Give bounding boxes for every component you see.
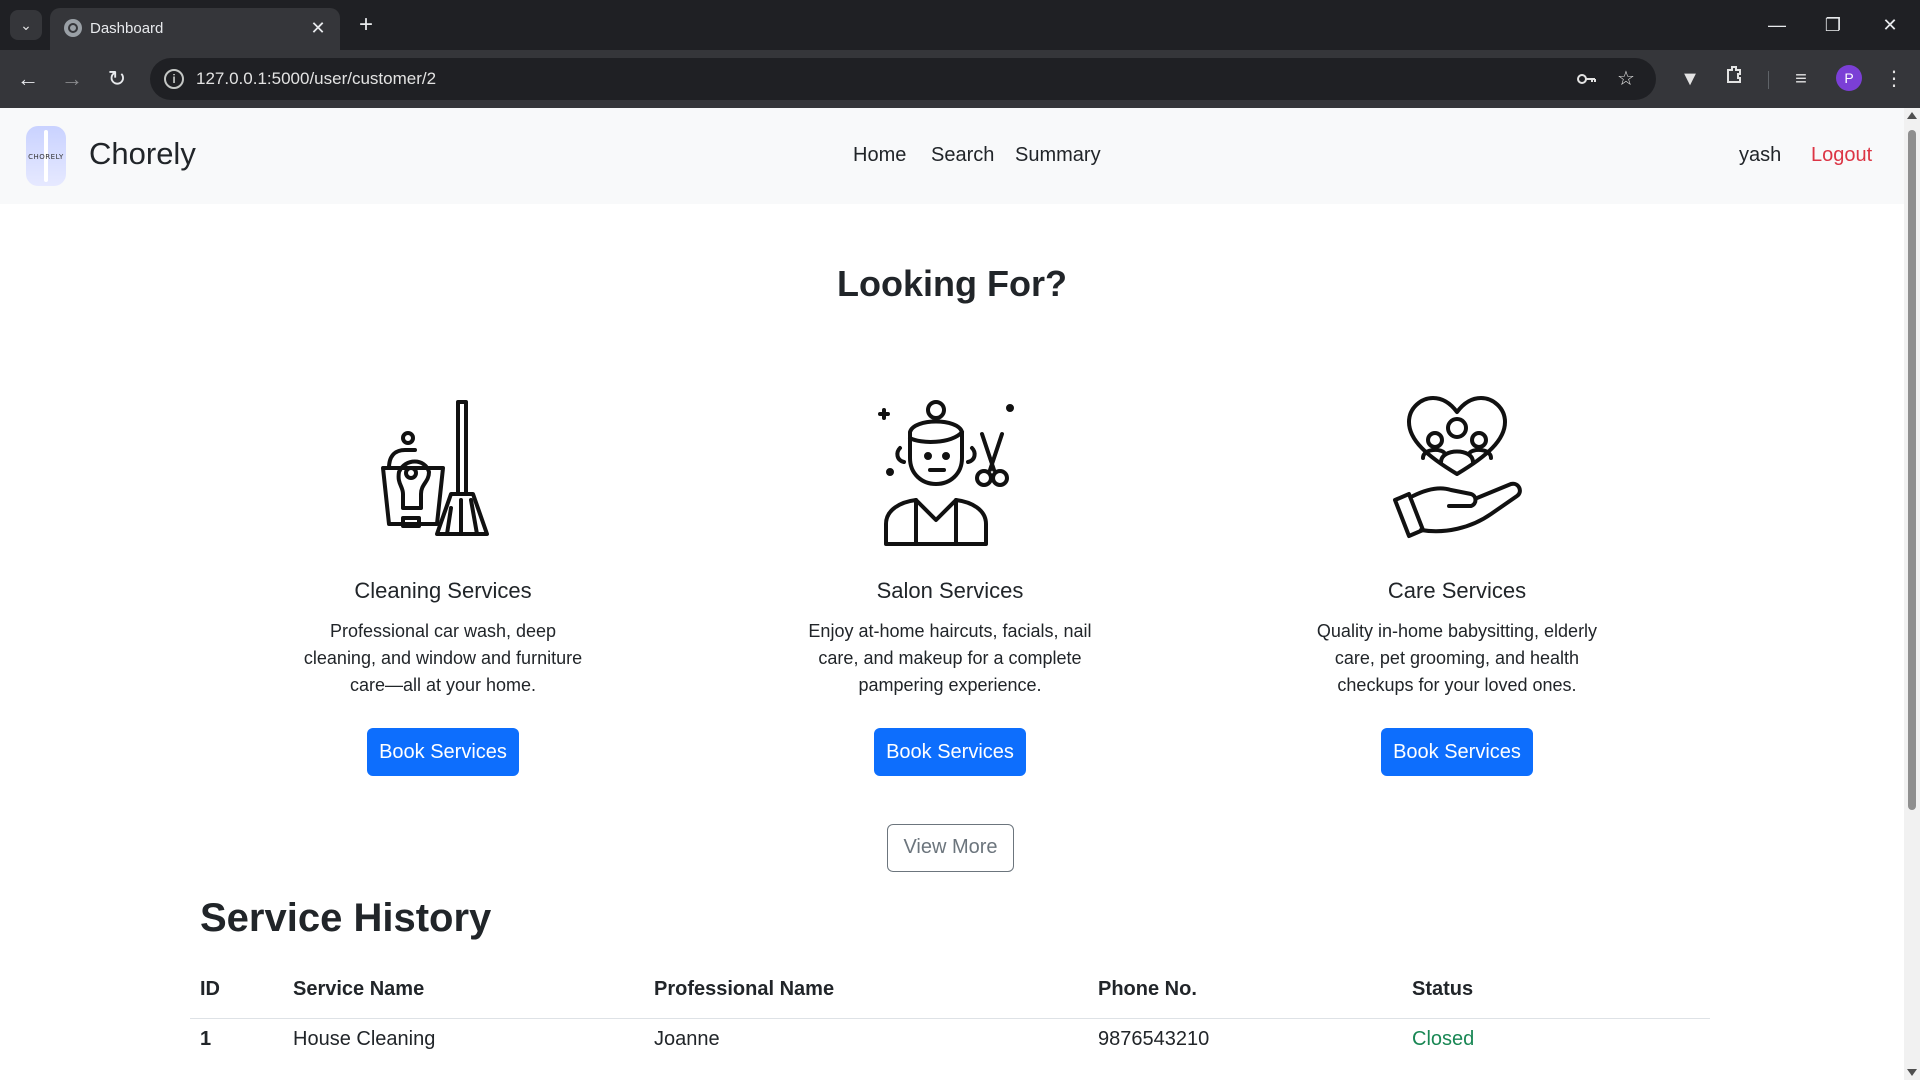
site-info-icon[interactable]: i — [164, 69, 184, 89]
reload-icon[interactable]: ↻ — [101, 63, 133, 95]
column-header-status: Status — [1412, 978, 1474, 1000]
nav-user[interactable]: yash — [1739, 144, 1781, 167]
card-title: Cleaning Services — [354, 578, 532, 603]
row-status: Closed — [1412, 1028, 1475, 1050]
page-heading: Looking For? — [837, 263, 1067, 304]
table-divider — [190, 1018, 1710, 1019]
browser-titlebar: ⌄ Dashboard ✕ + — ❐ ✕ — [0, 0, 1920, 50]
row-phone: 9876543210 — [1098, 1028, 1210, 1050]
extensions-icon[interactable] — [1719, 63, 1751, 95]
book-care-button[interactable]: Book Services — [1381, 728, 1533, 776]
card-title: Care Services — [1387, 578, 1527, 603]
row-service-name: House Cleaning — [293, 1028, 436, 1050]
close-tab-icon[interactable]: ✕ — [306, 16, 330, 40]
scroll-thumb[interactable] — [1908, 130, 1916, 810]
book-cleaning-button[interactable]: Book Services — [367, 728, 519, 776]
view-more-button[interactable]: View More — [887, 824, 1014, 872]
back-icon[interactable]: ← — [12, 63, 44, 95]
nav-home[interactable]: Home — [853, 144, 906, 167]
profile-avatar[interactable]: P — [1836, 65, 1862, 91]
logout-link[interactable]: Logout — [1811, 144, 1872, 167]
column-header-professional: Professional Name — [654, 978, 835, 1000]
minimize-icon[interactable]: — — [1757, 10, 1797, 40]
column-header-phone: Phone No. — [1098, 978, 1197, 1000]
row-id: 1 — [200, 1028, 212, 1050]
card-description: Quality in-home babysitting, elderly car… — [1316, 621, 1598, 695]
url-text[interactable]: 127.0.0.1:5000/user/customer/2 — [196, 69, 436, 89]
forward-icon[interactable]: → — [56, 63, 88, 95]
browser-tab[interactable]: Dashboard ✕ — [50, 8, 340, 50]
menu-icon[interactable]: ⋮ — [1878, 63, 1910, 95]
scroll-up-icon[interactable] — [1907, 112, 1917, 119]
page-viewport: CHORELY Chorely Home Search Summary yash… — [0, 108, 1904, 1080]
chorely-logo[interactable]: CHORELY — [26, 126, 66, 186]
column-header-id: ID — [200, 978, 220, 1000]
key-icon[interactable] — [1574, 67, 1598, 91]
cleaning-icon — [381, 400, 489, 536]
globe-icon — [64, 19, 82, 37]
row-professional-name: Joanne — [654, 1028, 720, 1050]
nav-summary[interactable]: Summary — [1015, 144, 1101, 167]
care-icon — [1393, 396, 1522, 538]
site-navbar: CHORELY Chorely Home Search Summary yash… — [0, 108, 1904, 204]
card-description: Enjoy at-home haircuts, facials, nail ca… — [808, 621, 1092, 695]
service-history-title: Service History — [200, 896, 492, 940]
scroll-down-icon[interactable] — [1907, 1069, 1917, 1076]
restore-icon[interactable]: ❐ — [1813, 10, 1853, 40]
new-tab-button[interactable]: + — [350, 12, 382, 40]
toolbar-separator — [1768, 71, 1769, 89]
extension-v-icon[interactable]: ▼ — [1674, 63, 1706, 95]
salon-icon — [878, 400, 1014, 546]
card-title: Salon Services — [876, 578, 1024, 603]
page-scrollbar[interactable] — [1904, 108, 1920, 1080]
column-header-service: Service Name — [293, 978, 425, 1000]
book-salon-button[interactable]: Book Services — [874, 728, 1026, 776]
address-bar[interactable]: i 127.0.0.1:5000/user/customer/2 ☆ — [150, 58, 1656, 100]
browser-toolbar: ← → ↻ i 127.0.0.1:5000/user/customer/2 ☆… — [0, 50, 1920, 108]
star-icon[interactable]: ☆ — [1614, 67, 1638, 91]
media-queue-icon[interactable]: ≡ — [1785, 63, 1817, 95]
tab-search-button[interactable]: ⌄ — [10, 10, 42, 40]
tab-title: Dashboard — [90, 20, 164, 37]
nav-search[interactable]: Search — [931, 144, 994, 167]
logo-text: CHORELY — [28, 153, 64, 161]
brand-name[interactable]: Chorely — [89, 136, 196, 172]
card-description: Professional car wash, deep cleaning, an… — [303, 621, 583, 695]
window-close-icon[interactable]: ✕ — [1870, 10, 1910, 40]
